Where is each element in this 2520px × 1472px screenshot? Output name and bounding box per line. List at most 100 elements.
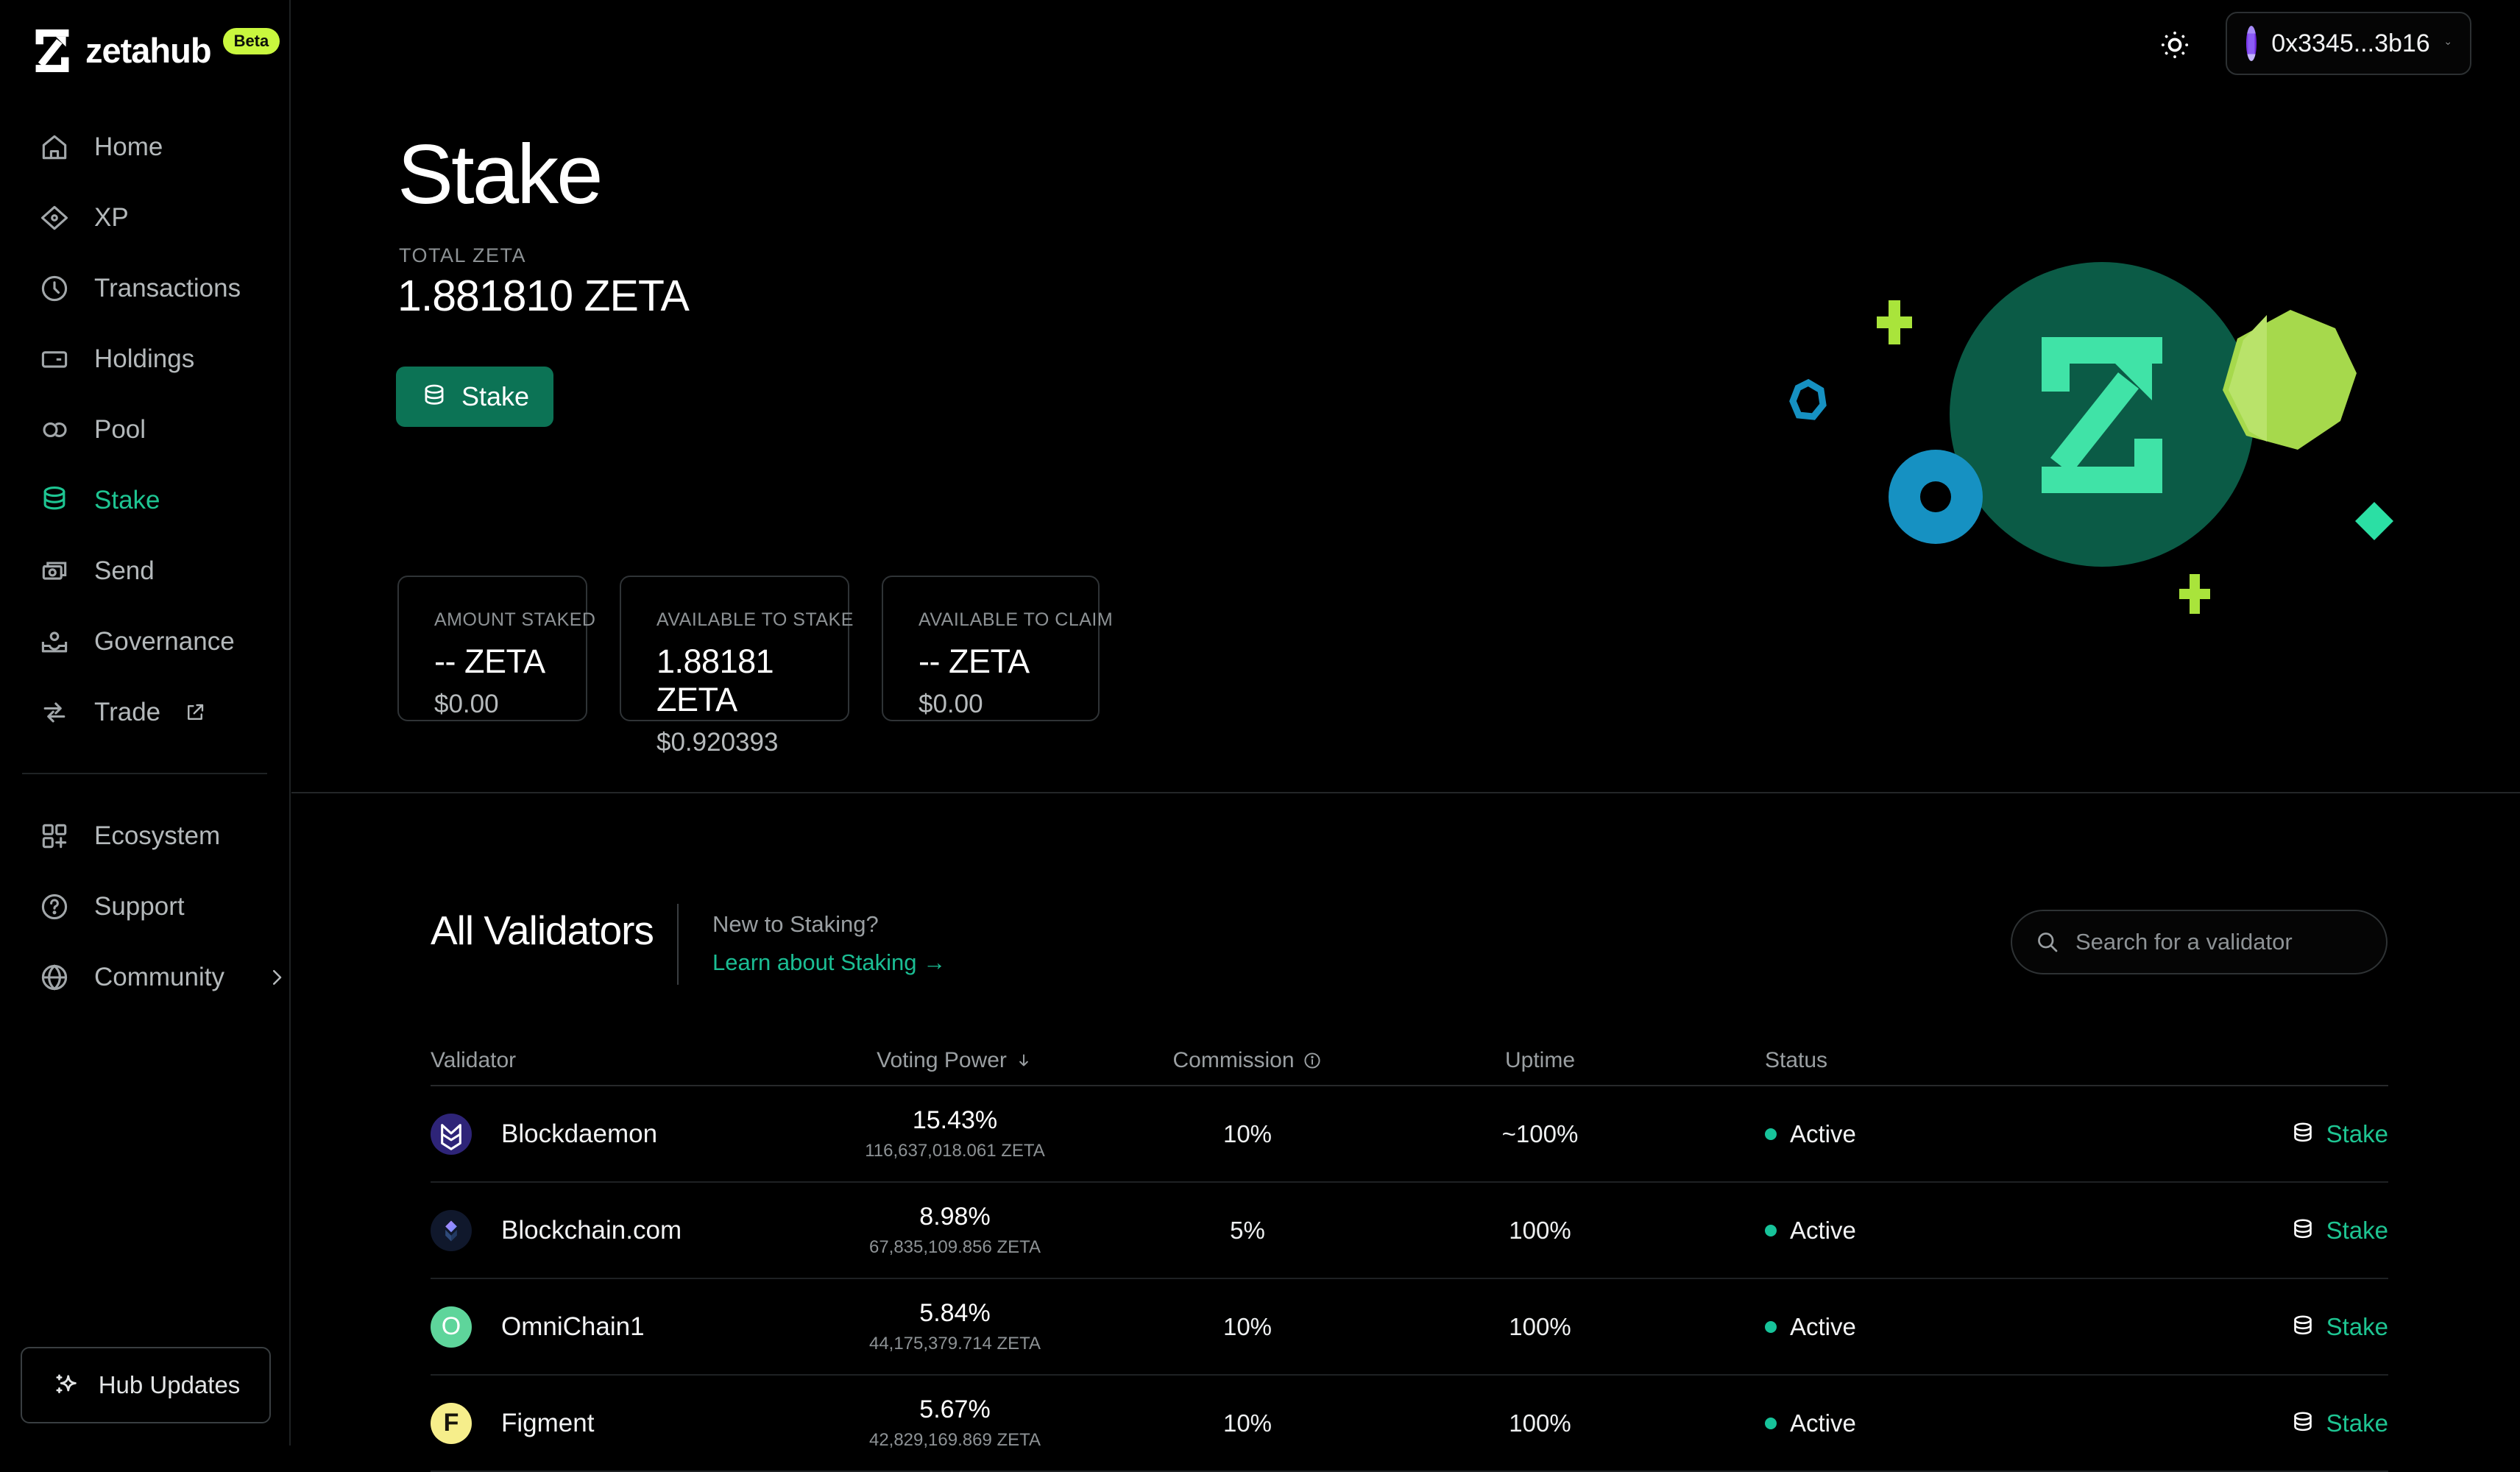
- col-validator: Validator: [431, 1048, 795, 1073]
- stake-button[interactable]: Stake: [396, 367, 553, 427]
- governance-icon: [38, 626, 71, 658]
- status-label: Active: [1790, 1120, 1856, 1148]
- sidebar-item-holdings[interactable]: Holdings: [0, 324, 289, 394]
- pool-icon: [38, 414, 71, 446]
- card-usd: $0.00: [434, 690, 552, 719]
- sun-icon: [2156, 26, 2193, 63]
- card-usd: $0.00: [919, 690, 1064, 719]
- ecosystem-grid-icon: [38, 820, 71, 852]
- avatar-letter: F: [444, 1409, 459, 1437]
- section-divider: [291, 792, 2520, 793]
- uptime-value: 100%: [1380, 1313, 1700, 1341]
- sidebar-item-label: Home: [94, 132, 163, 162]
- col-commission[interactable]: Commission: [1115, 1048, 1380, 1073]
- primary-nav: Home XP Transactions Holdings Pool Stake…: [0, 112, 289, 748]
- status-badge: Active: [1700, 1217, 2134, 1245]
- card-label: AVAILABLE TO CLAIM: [919, 609, 1064, 631]
- row-stake-label: Stake: [2326, 1120, 2388, 1148]
- sidebar-item-ecosystem[interactable]: Ecosystem: [0, 801, 289, 871]
- help-icon: [38, 891, 71, 923]
- sidebar-item-label: Send: [94, 556, 155, 586]
- available-to-claim-card: AVAILABLE TO CLAIM -- ZETA $0.00: [882, 576, 1100, 721]
- sidebar-item-label: Stake: [94, 486, 160, 515]
- sidebar-item-stake[interactable]: Stake: [0, 465, 289, 536]
- sidebar-item-xp[interactable]: XP: [0, 183, 289, 253]
- validator-name: OmniChain1: [501, 1312, 645, 1342]
- status-badge: Active: [1700, 1120, 2134, 1148]
- stake-coins-icon: [38, 484, 71, 517]
- validator-avatar: [431, 1114, 472, 1155]
- sidebar-item-label: Community: [94, 963, 224, 992]
- stake-stats: AMOUNT STAKED -- ZETA $0.00 AVAILABLE TO…: [397, 576, 1100, 721]
- sidebar-item-label: XP: [94, 203, 129, 233]
- voting-power-percent: 15.43%: [913, 1106, 997, 1135]
- commission-value: 5%: [1115, 1217, 1380, 1245]
- learn-about-staking-link[interactable]: Learn about Staking →: [712, 949, 946, 976]
- uptime-value: 100%: [1380, 1409, 1700, 1437]
- search-input[interactable]: [2075, 929, 2364, 955]
- sidebar-item-label: Transactions: [94, 274, 241, 303]
- sidebar-item-label: Trade: [94, 698, 160, 727]
- sidebar-item-home[interactable]: Home: [0, 112, 289, 183]
- status-dot: [1765, 1418, 1777, 1429]
- status-dot: [1765, 1321, 1777, 1333]
- commission-value: 10%: [1115, 1120, 1380, 1148]
- globe-icon: [38, 961, 71, 994]
- card-value: -- ZETA: [919, 643, 1064, 681]
- validator-name: Figment: [501, 1409, 594, 1438]
- status-dot: [1765, 1128, 1777, 1140]
- search-icon: [2034, 929, 2061, 955]
- sidebar-item-transactions[interactable]: Transactions: [0, 253, 289, 324]
- chevron-right-icon: [266, 966, 288, 988]
- voting-power-percent: 8.98%: [919, 1203, 990, 1231]
- validator-name: Blockdaemon: [501, 1119, 657, 1149]
- hub-updates-button[interactable]: Hub Updates: [21, 1347, 271, 1423]
- commission-value: 10%: [1115, 1313, 1380, 1341]
- table-header-row: Validator Voting Power Commission Uptime…: [431, 1036, 2388, 1086]
- total-zeta-value: 1.881810 ZETA: [397, 271, 689, 321]
- sidebar: zetahub Beta Home XP Transactions Holdin…: [0, 0, 291, 1446]
- validator-search[interactable]: [2011, 910, 2388, 974]
- validator-row[interactable]: Blockchain.com 8.98% 67,835,109.856 ZETA…: [431, 1183, 2388, 1279]
- col-voting-power[interactable]: Voting Power: [795, 1048, 1115, 1073]
- status-label: Active: [1790, 1217, 1856, 1245]
- card-label: AVAILABLE TO STAKE: [656, 609, 814, 631]
- sidebar-item-send[interactable]: Send: [0, 536, 289, 606]
- secondary-nav: Ecosystem Support Community: [0, 801, 289, 1013]
- sparkles-icon: [52, 1370, 82, 1401]
- validator-name: Blockchain.com: [501, 1216, 682, 1245]
- sidebar-item-label: Holdings: [94, 344, 194, 374]
- vertical-divider: [677, 904, 679, 985]
- validators-table: Validator Voting Power Commission Uptime…: [431, 1036, 2388, 1472]
- available-to-stake-card: AVAILABLE TO STAKE 1.88181 ZETA $0.92039…: [620, 576, 849, 721]
- voting-power-percent: 5.84%: [919, 1299, 990, 1328]
- voting-power-zeta: 44,175,379.714 ZETA: [869, 1334, 1041, 1354]
- row-stake-label: Stake: [2326, 1409, 2388, 1437]
- sidebar-item-label: Governance: [94, 627, 235, 657]
- row-stake-button[interactable]: Stake: [2134, 1120, 2388, 1148]
- brand[interactable]: zetahub Beta: [0, 0, 289, 72]
- validator-avatar: F: [431, 1403, 472, 1444]
- stake-coins-icon: [2290, 1217, 2316, 1244]
- row-stake-button[interactable]: Stake: [2134, 1217, 2388, 1245]
- zeta-staking-illustration: [1752, 243, 2414, 684]
- theme-toggle-button[interactable]: [2156, 26, 2193, 63]
- sidebar-divider: [22, 773, 267, 774]
- validator-row[interactable]: Blockdaemon 15.43% 116,637,018.061 ZETA …: [431, 1086, 2388, 1183]
- sidebar-item-governance[interactable]: Governance: [0, 606, 289, 677]
- sidebar-item-support[interactable]: Support: [0, 871, 289, 942]
- info-icon: [1302, 1050, 1323, 1071]
- col-uptime: Uptime: [1380, 1048, 1700, 1073]
- xp-icon: [38, 202, 71, 234]
- validator-row[interactable]: O OmniChain1 5.84% 44,175,379.714 ZETA 1…: [431, 1279, 2388, 1376]
- validator-row[interactable]: F Figment 5.67% 42,829,169.869 ZETA 10% …: [431, 1376, 2388, 1472]
- sidebar-item-pool[interactable]: Pool: [0, 394, 289, 465]
- clock-icon: [38, 272, 71, 305]
- sidebar-item-trade[interactable]: Trade: [0, 677, 289, 748]
- send-cash-icon: [38, 555, 71, 587]
- row-stake-button[interactable]: Stake: [2134, 1409, 2388, 1437]
- row-stake-button[interactable]: Stake: [2134, 1313, 2388, 1341]
- avatar-letter: O: [442, 1312, 461, 1341]
- wallet-account-button[interactable]: 0x3345...3b16: [2226, 12, 2471, 75]
- sidebar-item-community[interactable]: Community: [0, 942, 289, 1013]
